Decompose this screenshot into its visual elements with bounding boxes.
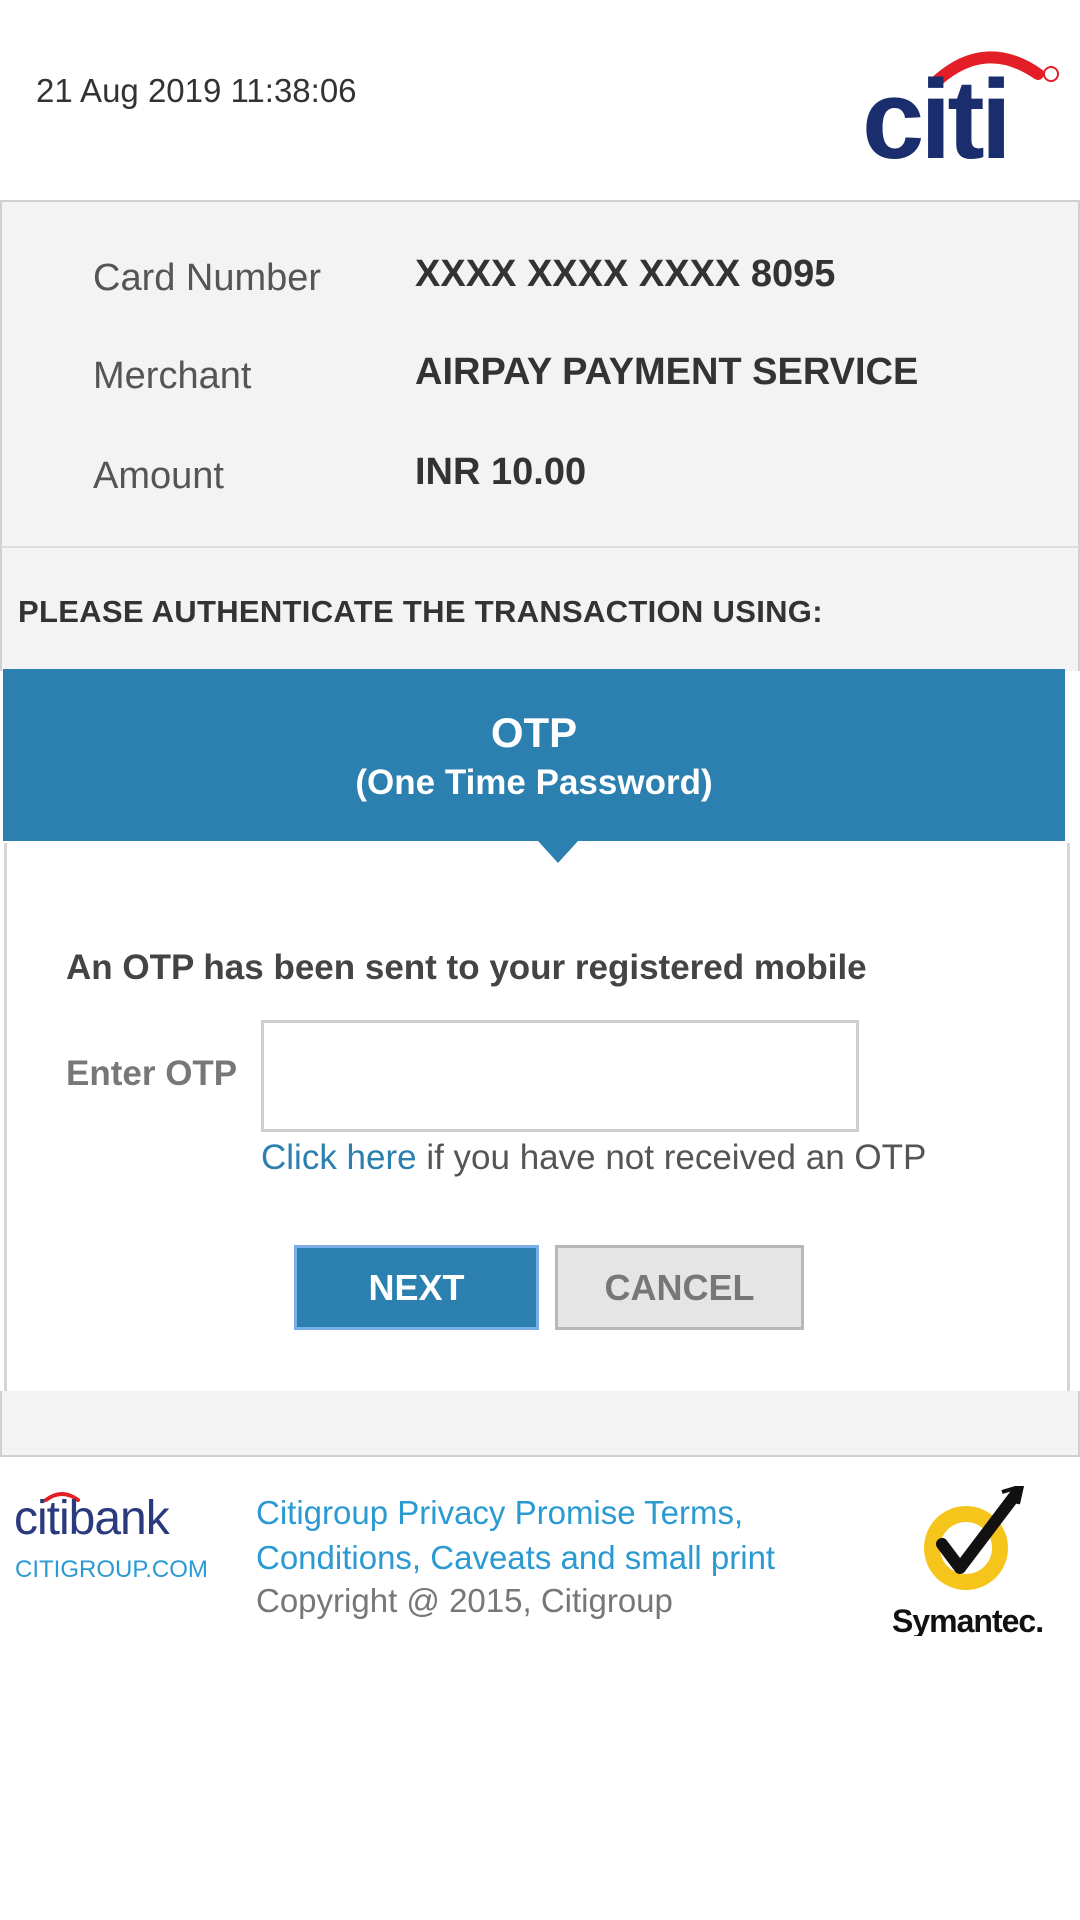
next-button[interactable]: NEXT bbox=[294, 1245, 539, 1330]
amount-label: Amount bbox=[93, 455, 224, 497]
panel-bottom bbox=[0, 1391, 1080, 1457]
citibank-logo: citibank bbox=[14, 1492, 172, 1540]
privacy-terms-link[interactable]: Citigroup Privacy Promise Terms, Conditi… bbox=[256, 1490, 816, 1580]
otp-method-subtitle: (One Time Password) bbox=[355, 763, 713, 802]
resend-otp-text: Click here if you have not received an O… bbox=[261, 1138, 926, 1178]
symantec-logo-text: Symantec. bbox=[892, 1603, 1043, 1636]
merchant-value: AIRPAY PAYMENT SERVICE bbox=[415, 351, 919, 393]
citigroup-link[interactable]: CITIGROUP.COM bbox=[15, 1556, 208, 1584]
otp-input[interactable] bbox=[261, 1020, 859, 1132]
resend-otp-link[interactable]: Click here bbox=[261, 1138, 417, 1177]
card-number-value: XXXX XXXX XXXX 8095 bbox=[415, 253, 836, 295]
otp-sent-message: An OTP has been sent to your registered … bbox=[66, 948, 867, 987]
citibank-logo-text: citibank bbox=[14, 1492, 171, 1540]
citi-logo-text: citi bbox=[862, 57, 1008, 170]
otp-method-title: OTP bbox=[490, 709, 578, 756]
resend-otp-suffix: if you have not received an OTP bbox=[416, 1138, 927, 1177]
merchant-label: Merchant bbox=[93, 355, 252, 397]
otp-method-tab[interactable]: OTP (One Time Password) bbox=[3, 669, 1065, 841]
tab-pointer-icon bbox=[538, 841, 578, 863]
auth-instruction: PLEASE AUTHENTICATE THE TRANSACTION USIN… bbox=[18, 594, 823, 629]
enter-otp-label: Enter OTP bbox=[66, 1054, 238, 1093]
card-number-label: Card Number bbox=[93, 257, 322, 299]
timestamp: 21 Aug 2019 11:38:06 bbox=[36, 72, 357, 109]
citi-logo: citi bbox=[862, 51, 1059, 170]
symantec-logo: Symantec. bbox=[892, 1486, 1044, 1636]
cancel-button[interactable]: CANCEL bbox=[555, 1245, 804, 1330]
amount-value: INR 10.00 bbox=[415, 451, 587, 493]
copyright-text: Copyright @ 2015, Citigroup bbox=[256, 1582, 673, 1619]
